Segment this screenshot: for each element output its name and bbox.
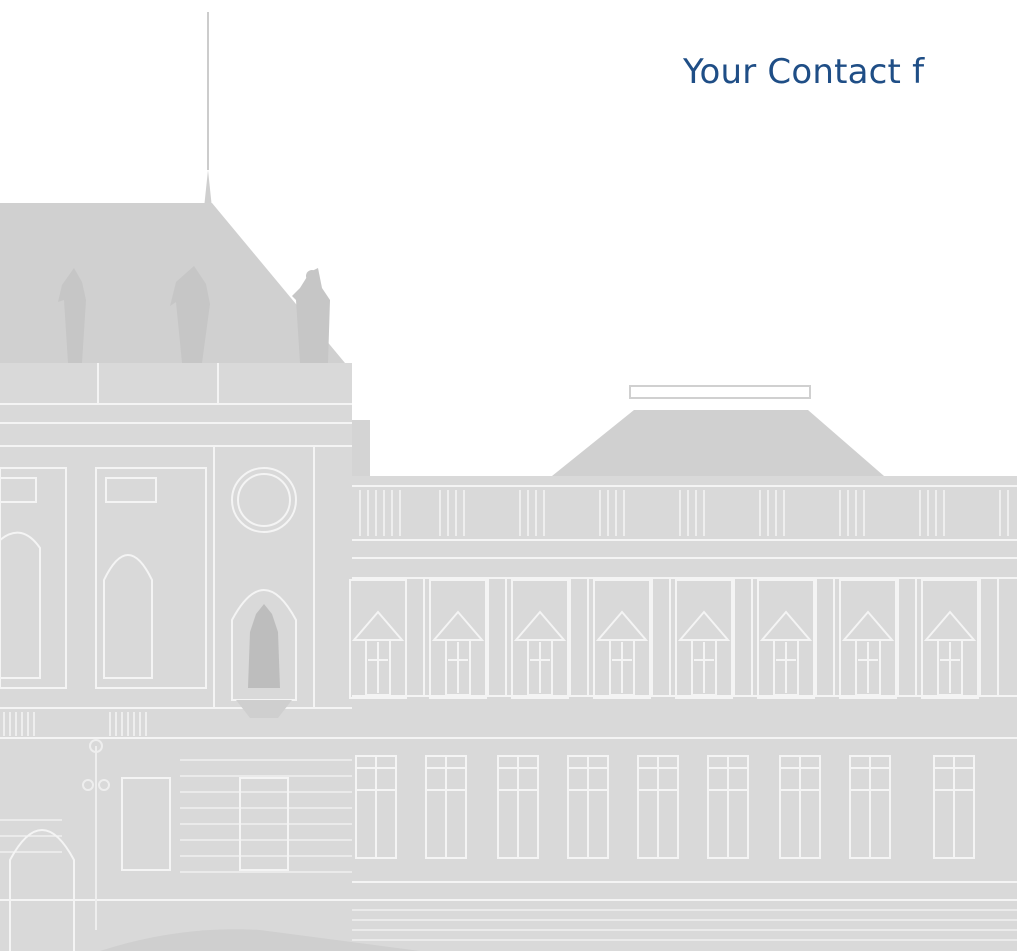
roof-railing (629, 385, 811, 399)
right-roof (552, 410, 884, 476)
left-roof (0, 203, 345, 363)
right-wing (352, 476, 1017, 951)
building-illustration (0, 12, 1017, 951)
left-wing (0, 363, 352, 951)
